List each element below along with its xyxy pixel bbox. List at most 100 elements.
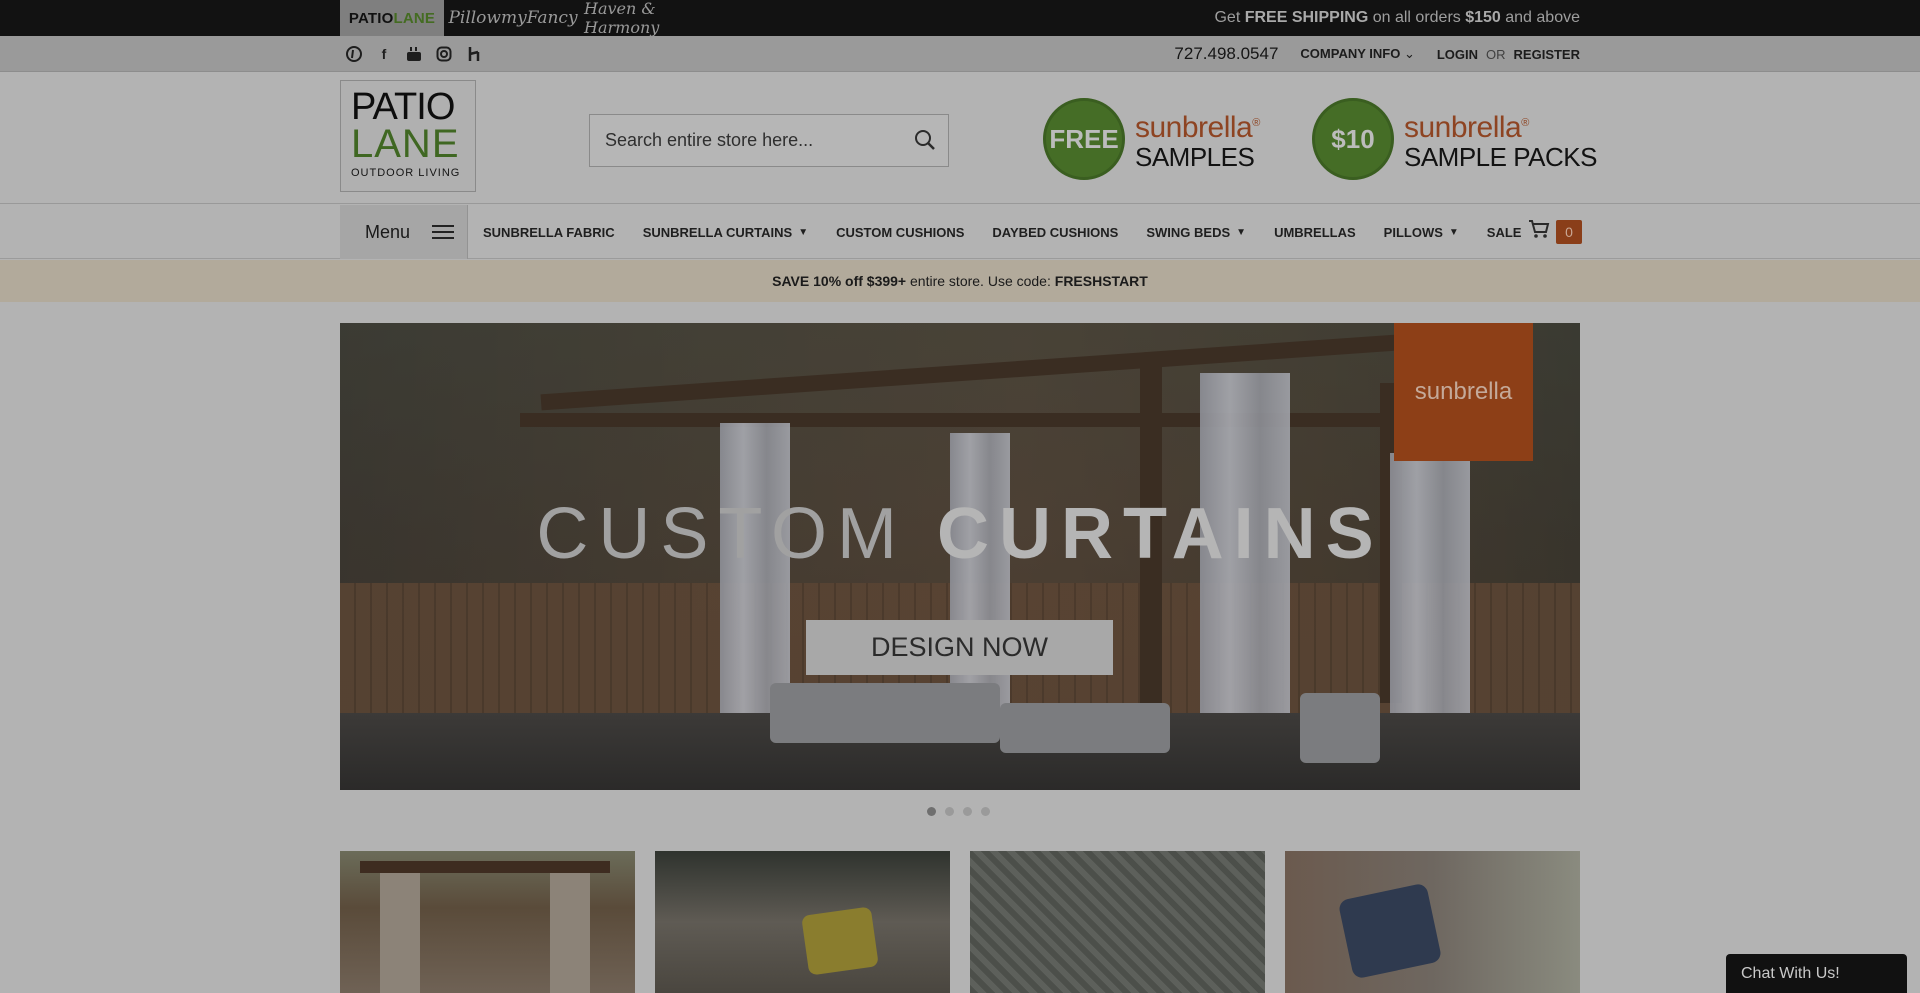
coupon-mid: entire store. Use code: — [906, 273, 1055, 289]
cart-count: 0 — [1556, 219, 1582, 244]
menu-button[interactable]: Menu — [340, 205, 468, 259]
cart-icon — [1528, 219, 1550, 244]
ship-bold2: $150 — [1465, 9, 1501, 26]
brand-tab-patiolane[interactable]: PATIO LANE — [340, 0, 444, 36]
carousel-dot[interactable] — [945, 807, 954, 816]
hero-sofa — [1000, 703, 1170, 753]
top-bar — [0, 0, 1920, 36]
ship-post: and above — [1500, 9, 1580, 26]
carousel-dot[interactable] — [927, 807, 936, 816]
company-info-label: COMPANY INFO — [1300, 46, 1401, 61]
chat-button[interactable]: Chat With Us! — [1726, 954, 1907, 993]
hero-sofa — [1300, 693, 1380, 763]
houzz-icon[interactable] — [466, 46, 482, 62]
sunbrella-wordmark: sunbrella® — [1135, 108, 1260, 143]
search-icon[interactable] — [914, 129, 936, 151]
ship-bold1: FREE SHIPPING — [1244, 9, 1369, 26]
promo-sample-packs[interactable]: $10 sunbrella® SAMPLE PACKS — [1312, 98, 1597, 180]
brand-part1: PATIO — [348, 9, 394, 27]
pergola-beam — [520, 413, 1470, 427]
nav-item-sunbrella-fabric[interactable]: SUNBRELLA FABRIC — [483, 225, 615, 240]
nav-item-custom-cushions[interactable]: CUSTOM CUSHIONS — [836, 225, 964, 240]
sunbrella-brand: sunbrella — [1404, 110, 1522, 144]
registered-mark: ® — [1521, 116, 1529, 129]
or-text: OR — [1486, 46, 1506, 62]
ship-pre: Get — [1214, 9, 1245, 26]
nav-label: SWING BEDS — [1146, 224, 1231, 240]
site-header — [0, 72, 1920, 204]
shipping-banner: Get FREE SHIPPING on all orders $150 and… — [1214, 0, 1580, 36]
nav-label: CUSTOM CUSHIONS — [836, 224, 965, 240]
hero-title-bold: CURTAINS — [937, 494, 1384, 574]
brand-tab-pillowmyfancy[interactable]: PillowmyFancy — [448, 0, 577, 36]
logo-line3: OUTDOOR LIVING — [351, 167, 461, 179]
company-info-dropdown[interactable]: COMPANY INFO ⌄ — [1300, 46, 1414, 62]
nav-item-swing-beds[interactable]: SWING BEDS ▼ — [1146, 225, 1246, 240]
category-tile-pillows[interactable] — [1285, 851, 1580, 993]
sunbrella-wordmark: sunbrella® — [1404, 108, 1597, 143]
nav-items: SUNBRELLA FABRIC SUNBRELLA CURTAINS ▼ CUS… — [483, 205, 1549, 259]
carousel-dot[interactable] — [963, 807, 972, 816]
instagram-icon[interactable] — [436, 46, 452, 62]
utility-right: 727.498.0547 COMPANY INFO ⌄ LOGIN OR REG… — [1174, 36, 1580, 72]
nav-item-pillows[interactable]: PILLOWS ▼ — [1384, 225, 1459, 240]
brand-part2: LANE — [393, 9, 436, 27]
nav-label: SUNBRELLA FABRIC — [483, 224, 615, 240]
ship-mid: on all orders — [1368, 9, 1466, 26]
sunbrella-brand: sunbrella — [1135, 110, 1253, 144]
menu-label: Menu — [365, 221, 411, 242]
site-logo[interactable]: PATIO LANE OUTDOOR LIVING — [340, 80, 476, 192]
coupon-banner: SAVE 10% off $399+ entire store. Use cod… — [0, 260, 1920, 302]
coupon-code: FRESHSTART — [1054, 273, 1148, 289]
carousel-dot[interactable] — [981, 807, 990, 816]
pinterest-icon[interactable] — [346, 46, 362, 62]
nav-label: SUNBRELLA CURTAINS — [642, 224, 793, 240]
chevron-down-icon: ▼ — [1236, 226, 1247, 238]
nav-label: UMBRELLAS — [1274, 224, 1356, 240]
coupon-bold: SAVE 10% off $399+ — [772, 273, 907, 289]
nav-label: PILLOWS — [1383, 224, 1443, 240]
register-link[interactable]: REGISTER — [1514, 47, 1580, 62]
logo-line2: LANE — [351, 122, 460, 166]
category-tile-fabric[interactable] — [970, 851, 1265, 993]
chevron-down-icon: ⌄ — [1403, 46, 1415, 61]
nav-label: SALE — [1486, 224, 1522, 240]
search-input[interactable] — [590, 115, 900, 166]
promo-badge: FREE — [1043, 98, 1125, 180]
hero-sofa — [770, 683, 1000, 743]
category-tile-curtains[interactable] — [340, 851, 635, 993]
cart-button[interactable]: 0 — [1528, 219, 1582, 244]
registered-mark: ® — [1252, 116, 1260, 129]
login-link[interactable]: LOGIN — [1437, 47, 1478, 62]
nav-item-daybed-cushions[interactable]: DAYBED CUSHIONS — [992, 225, 1118, 240]
pergola-beam — [540, 331, 1440, 411]
brand-tab-havenharmony[interactable]: Haven & Harmony — [584, 0, 724, 37]
promo-text: sunbrella® SAMPLE PACKS — [1404, 108, 1597, 171]
chevron-down-icon: ▼ — [1448, 226, 1459, 238]
nav-label: DAYBED CUSHIONS — [992, 224, 1119, 240]
phone-number[interactable]: 727.498.0547 — [1174, 44, 1278, 64]
youtube-icon[interactable] — [406, 46, 422, 62]
promo-free-samples[interactable]: FREE sunbrella® SAMPLES — [1043, 98, 1260, 180]
social-links: f — [346, 36, 482, 72]
design-now-button[interactable]: DESIGN NOW — [806, 620, 1113, 675]
hero-title: CUSTOM CURTAINS — [340, 493, 1580, 575]
promo-text: sunbrella® SAMPLES — [1135, 108, 1260, 171]
category-tile-cushions[interactable] — [655, 851, 950, 993]
logo-line1: PATIO — [351, 86, 455, 128]
facebook-icon[interactable]: f — [376, 46, 392, 62]
utility-bar — [0, 36, 1920, 72]
promo-sub: SAMPLE PACKS — [1404, 141, 1597, 172]
hero-title-light: CUSTOM — [536, 494, 938, 574]
nav-item-umbrellas[interactable]: UMBRELLAS — [1274, 225, 1356, 240]
hero-banner[interactable]: sunbrella CUSTOM CURTAINS DESIGN NOW — [340, 323, 1580, 790]
carousel-dots — [927, 807, 990, 816]
sunbrella-badge: sunbrella — [1394, 323, 1533, 461]
promo-badge: $10 — [1312, 98, 1394, 180]
hamburger-icon — [432, 221, 455, 243]
chevron-down-icon: ▼ — [798, 226, 809, 238]
promo-sub: SAMPLES — [1135, 141, 1255, 172]
search-box — [589, 114, 949, 167]
nav-item-sunbrella-curtains[interactable]: SUNBRELLA CURTAINS ▼ — [643, 225, 808, 240]
nav-item-sale[interactable]: SALE — [1487, 225, 1522, 240]
